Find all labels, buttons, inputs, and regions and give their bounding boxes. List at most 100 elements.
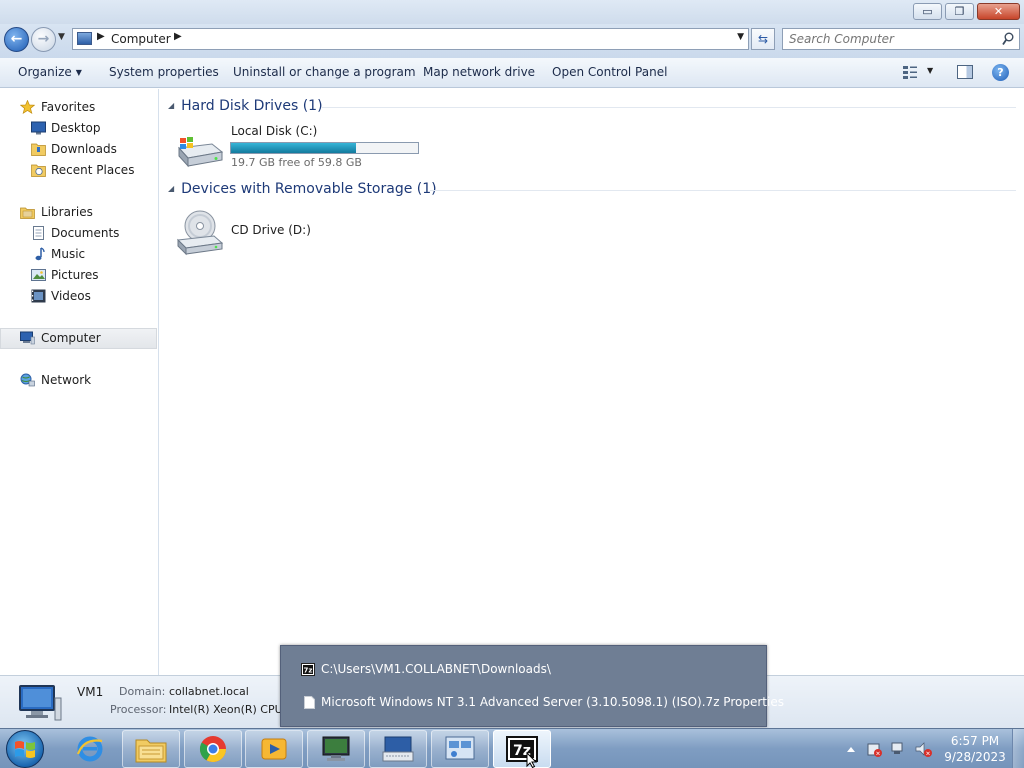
start-button[interactable] bbox=[6, 730, 44, 768]
nav-computer[interactable]: Computer bbox=[0, 328, 157, 349]
minimize-button[interactable]: ▭ bbox=[913, 3, 942, 20]
restore-button[interactable]: ❐ bbox=[945, 3, 974, 20]
group-divider bbox=[322, 107, 1016, 108]
nav-favorites[interactable]: Favorites bbox=[0, 97, 157, 118]
nav-downloads[interactable]: Downloads bbox=[0, 139, 157, 160]
computer-icon bbox=[20, 331, 35, 345]
sevenzip-icon: 7z bbox=[301, 663, 315, 676]
clock-time: 6:57 PM bbox=[950, 734, 1000, 748]
taskbar-control-panel[interactable] bbox=[431, 730, 489, 768]
nav-favorites-label: Favorites bbox=[41, 100, 96, 114]
search-icon[interactable] bbox=[1002, 32, 1014, 46]
group-removable-title: Devices with Removable Storage (1) bbox=[181, 181, 437, 197]
command-bar: Organize ▼ System properties Uninstall or… bbox=[0, 58, 1024, 88]
nav-libraries[interactable]: Libraries bbox=[0, 202, 157, 223]
cd-drive-icon[interactable] bbox=[176, 208, 224, 256]
refresh-button[interactable]: ⇆ bbox=[751, 28, 775, 50]
navigation-pane: Favorites Desktop Downloads Recent Place… bbox=[0, 89, 159, 675]
recent-pages-dropdown[interactable]: ▼ bbox=[58, 32, 65, 42]
uninstall-program-button[interactable]: Uninstall or change a program bbox=[233, 65, 416, 79]
nav-desktop[interactable]: Desktop bbox=[0, 118, 157, 139]
nav-documents-label: Documents bbox=[51, 226, 120, 240]
organize-menu[interactable]: Organize ▼ bbox=[18, 65, 82, 79]
nav-music[interactable]: Music bbox=[0, 244, 157, 265]
address-row: ← → ▼ ▶ Computer ▶ ▼ ⇆ bbox=[0, 24, 1024, 58]
refresh-icon: ⇆ bbox=[757, 32, 769, 46]
disk-usage-fill bbox=[231, 143, 357, 153]
nav-recent-places-label: Recent Places bbox=[51, 163, 135, 177]
local-disk-label[interactable]: Local Disk (C:) bbox=[231, 124, 317, 138]
taskbar-on-screen-keyboard[interactable] bbox=[369, 730, 427, 768]
breadcrumb-separator-after[interactable]: ▶ bbox=[174, 31, 182, 42]
taskbar-media-player[interactable] bbox=[245, 730, 303, 768]
jumplist-folder-item[interactable]: 7z C:\Users\VM1.COLLABNET\Downloads\ bbox=[281, 658, 766, 682]
show-desktop-button[interactable] bbox=[1012, 729, 1024, 768]
file-icon bbox=[304, 696, 315, 709]
taskbar-jumplist-popup: 7z C:\Users\VM1.COLLABNET\Downloads\ Mic… bbox=[280, 645, 784, 727]
downloads-folder-icon bbox=[31, 143, 46, 156]
svg-text:✕: ✕ bbox=[875, 751, 880, 758]
processor-label: Processor: bbox=[110, 703, 167, 716]
nav-network-label: Network bbox=[41, 373, 92, 387]
nav-downloads-label: Downloads bbox=[51, 142, 117, 156]
clock-date: 9/28/2023 bbox=[944, 750, 1006, 764]
change-view-icon[interactable] bbox=[902, 65, 918, 79]
recent-places-icon bbox=[31, 164, 46, 177]
window-controls: ▭ ❐ ✕ bbox=[913, 3, 1020, 20]
group-divider bbox=[430, 190, 1016, 191]
taskbar-chrome[interactable] bbox=[184, 730, 242, 768]
address-history-dropdown[interactable]: ▼ bbox=[737, 32, 744, 42]
nav-desktop-label: Desktop bbox=[51, 121, 101, 135]
back-button[interactable]: ← bbox=[4, 27, 29, 52]
show-hidden-icons-icon[interactable] bbox=[847, 747, 855, 752]
jumplist-file-item[interactable]: Microsoft Windows NT 3.1 Advanced Server… bbox=[281, 691, 784, 715]
collapse-triangle-icon: ◢ bbox=[168, 184, 175, 193]
nav-pictures[interactable]: Pictures bbox=[0, 265, 157, 286]
address-bar[interactable]: ▶ Computer ▶ ▼ bbox=[72, 28, 749, 50]
map-network-drive-button[interactable]: Map network drive bbox=[423, 65, 535, 79]
action-center-icon[interactable]: ✕ bbox=[867, 743, 882, 758]
nav-documents[interactable]: Documents bbox=[0, 223, 157, 244]
nav-network[interactable]: Network bbox=[0, 370, 157, 391]
taskbar-internet-explorer[interactable] bbox=[70, 730, 110, 768]
pictures-icon bbox=[31, 269, 46, 281]
organize-label: Organize bbox=[18, 65, 72, 79]
help-icon[interactable]: ? bbox=[992, 64, 1009, 81]
taskbar-remote-desktop[interactable] bbox=[307, 730, 365, 768]
nav-videos-label: Videos bbox=[51, 289, 91, 303]
nav-pictures-label: Pictures bbox=[51, 268, 99, 282]
svg-text:✕: ✕ bbox=[925, 751, 930, 758]
system-properties-button[interactable]: System properties bbox=[109, 65, 219, 79]
search-box[interactable] bbox=[782, 28, 1020, 50]
computer-icon bbox=[19, 685, 62, 721]
forward-button[interactable]: → bbox=[31, 27, 56, 52]
windows-logo-icon bbox=[15, 741, 35, 758]
preview-pane-icon[interactable] bbox=[957, 65, 973, 79]
videos-icon bbox=[31, 289, 46, 303]
computer-icon bbox=[77, 32, 92, 45]
local-disk-drive-icon[interactable] bbox=[176, 132, 224, 170]
nav-videos[interactable]: Videos bbox=[0, 286, 157, 307]
internet-explorer-icon bbox=[76, 736, 103, 762]
network-icon bbox=[20, 373, 35, 387]
nav-libraries-label: Libraries bbox=[41, 205, 93, 219]
view-options-dropdown[interactable]: ▼ bbox=[927, 66, 933, 75]
search-input[interactable] bbox=[789, 31, 999, 47]
network-status-icon[interactable] bbox=[891, 742, 903, 754]
breadcrumb-separator[interactable]: ▶ bbox=[97, 31, 105, 42]
breadcrumb-computer[interactable]: Computer bbox=[111, 32, 171, 46]
chrome-icon bbox=[199, 736, 227, 763]
nav-recent-places[interactable]: Recent Places bbox=[0, 160, 157, 181]
volume-muted-icon[interactable]: ✕ bbox=[915, 742, 932, 758]
close-button[interactable]: ✕ bbox=[977, 3, 1020, 20]
group-header-removable[interactable]: ◢ Devices with Removable Storage (1) bbox=[168, 181, 437, 197]
taskbar-windows-explorer[interactable] bbox=[122, 730, 180, 768]
cd-drive-label[interactable]: CD Drive (D:) bbox=[231, 223, 311, 237]
domain-label: Domain: bbox=[119, 685, 166, 698]
desktop-icon bbox=[31, 121, 46, 135]
open-control-panel-button[interactable]: Open Control Panel bbox=[552, 65, 667, 79]
taskbar-7zip[interactable]: 7z bbox=[493, 730, 551, 768]
chevron-down-icon: ▼ bbox=[75, 68, 82, 77]
taskbar-clock[interactable]: 6:57 PM 9/28/2023 bbox=[942, 733, 1008, 765]
group-header-hard-disks[interactable]: ◢ Hard Disk Drives (1) bbox=[168, 98, 323, 114]
